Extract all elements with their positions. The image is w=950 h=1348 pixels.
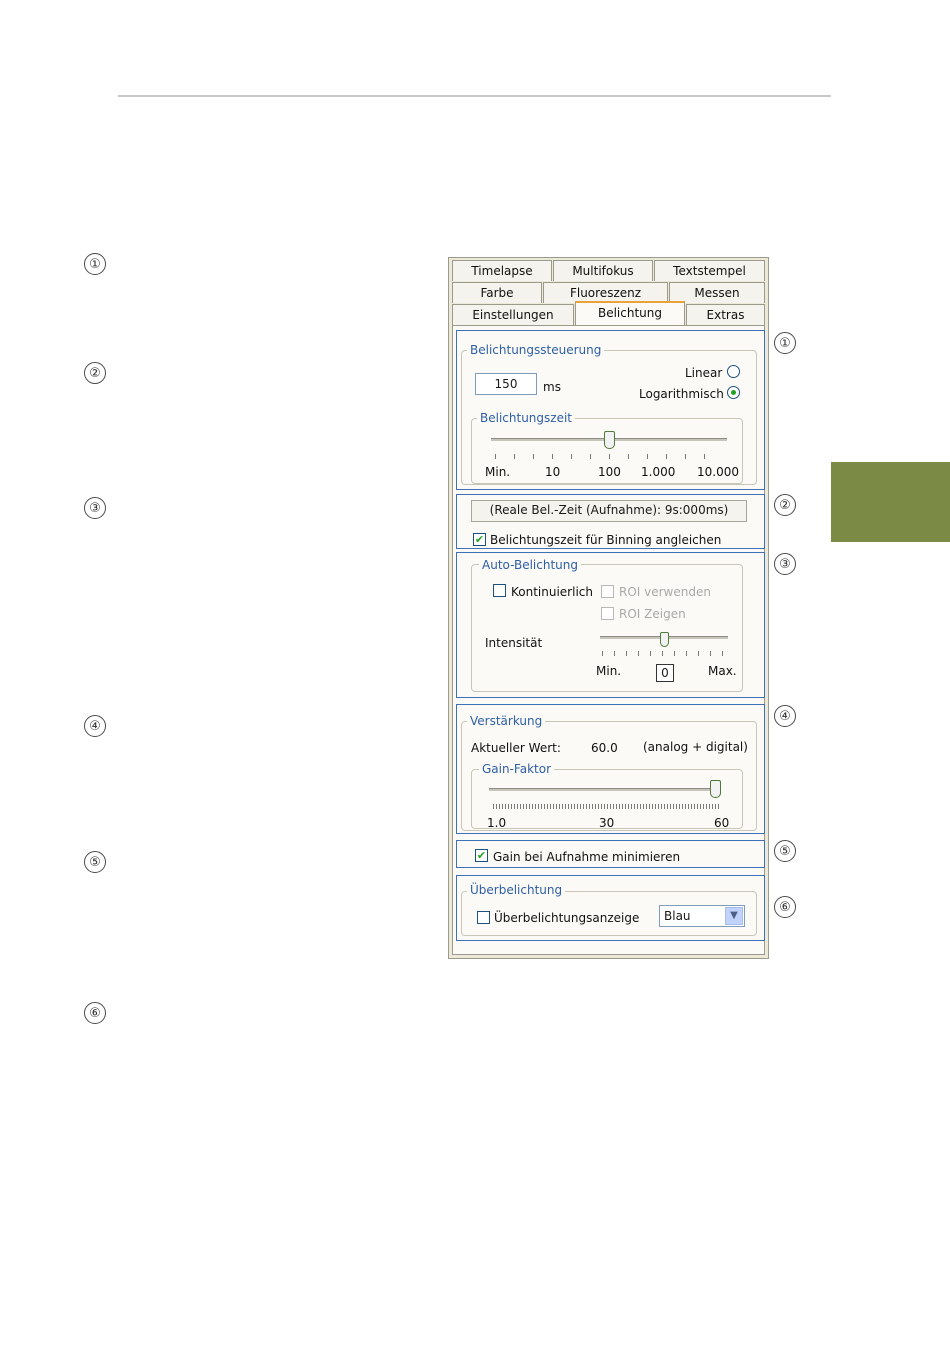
roi-show-checkbox[interactable]	[601, 607, 614, 620]
exposure-unit: ms	[543, 380, 561, 394]
gain-current-value: 60.0	[591, 741, 618, 755]
marker-3: ③	[84, 497, 106, 519]
tick-label-100: 100	[598, 465, 621, 479]
header-rule	[118, 95, 831, 97]
tick-label-10000: 10.000	[697, 465, 739, 479]
settings-panel: Timelapse Multifokus Textstempel Farbe F…	[448, 257, 769, 959]
auto-exposure-title: Auto-Belichtung	[479, 558, 582, 572]
marker-right-6: ⑥	[774, 896, 796, 918]
intensity-label: Intensität	[485, 636, 543, 650]
gain-minimize-checkbox[interactable]: ✔	[475, 849, 488, 862]
roi-show-label: ROI Zeigen	[619, 607, 686, 621]
intensity-value-box: 0	[656, 664, 674, 682]
binning-checkbox[interactable]: ✔	[473, 533, 486, 546]
gain-factor-slider-thumb[interactable]	[710, 780, 721, 798]
gain-current-label: Aktueller Wert:	[471, 741, 561, 755]
exposure-control-title: Belichtungssteuerung	[467, 343, 605, 357]
marker-right-5: ⑤	[774, 840, 796, 862]
chapter-tab	[831, 462, 950, 542]
tab-timelapse[interactable]: Timelapse	[452, 260, 552, 281]
exposure-time-title: Belichtungszeit	[477, 411, 575, 425]
mode-linear-label: Linear	[685, 366, 723, 380]
overexposure-label: Überbelichtungsanzeige	[494, 911, 640, 925]
marker-right-4: ④	[774, 705, 796, 727]
real-exposure-readout: (Reale Bel.-Zeit (Aufnahme): 9s:000ms)	[471, 500, 747, 522]
chevron-down-icon[interactable]: ▼	[725, 907, 743, 925]
tab-extras[interactable]: Extras	[686, 304, 765, 325]
exposure-time-slider-thumb[interactable]	[603, 431, 615, 449]
overexposure-color-select[interactable]: Blau ▼	[659, 905, 745, 927]
exposure-value-input[interactable]: 150	[475, 373, 537, 395]
radio-selected-dot	[731, 390, 736, 395]
marker-5: ⑤	[84, 851, 106, 873]
marker-2: ②	[84, 362, 106, 384]
tab-fluoreszenz[interactable]: Fluoreszenz	[543, 282, 668, 303]
overexposure-checkbox[interactable]	[477, 911, 490, 924]
check-icon: ✔	[476, 849, 487, 862]
tab-multifokus[interactable]: Multifokus	[553, 260, 653, 281]
marker-6: ⑥	[84, 1002, 106, 1024]
marker-right-3: ③	[774, 553, 796, 575]
continuous-label: Kontinuierlich	[511, 585, 593, 599]
gain-factor-title: Gain-Faktor	[479, 762, 555, 776]
check-icon: ✔	[474, 533, 485, 546]
intensity-max-label: Max.	[708, 664, 737, 678]
tick-label-1000: 1.000	[641, 465, 676, 479]
tab-farbe[interactable]: Farbe	[452, 282, 542, 303]
gain-mode: (analog + digital)	[643, 740, 748, 754]
tab-messen[interactable]: Messen	[669, 282, 765, 303]
marker-4: ④	[84, 715, 106, 737]
tab-belichtung[interactable]: Belichtung	[575, 301, 685, 325]
exposure-time-ticks	[495, 454, 723, 459]
mode-linear-radio[interactable]	[727, 365, 740, 378]
gain-tick-max: 60	[714, 816, 730, 830]
overexposure-title: Überbelichtung	[467, 883, 566, 897]
marker-right-1: ①	[774, 332, 796, 354]
roi-use-checkbox[interactable]	[601, 585, 614, 598]
gain-factor-track	[489, 788, 721, 791]
intensity-ticks	[602, 651, 726, 656]
intensity-slider-thumb[interactable]	[659, 632, 669, 647]
marker-right-2: ②	[774, 494, 796, 516]
gain-tick-min: 1.0	[487, 816, 507, 830]
gain-tick-mid: 30	[599, 816, 615, 830]
tab-einstellungen[interactable]: Einstellungen	[452, 304, 574, 325]
continuous-checkbox[interactable]	[493, 584, 506, 597]
tick-label-10: 10	[545, 465, 561, 479]
intensity-min-label: Min.	[596, 664, 622, 678]
tick-label-min: Min.	[485, 465, 511, 479]
marker-1: ①	[84, 253, 106, 275]
mode-log-radio[interactable]	[727, 386, 740, 399]
binning-label: Belichtungszeit für Binning angleichen	[490, 533, 722, 547]
tab-textstempel[interactable]: Textstempel	[654, 260, 765, 281]
overexposure-color-value: Blau	[664, 909, 691, 923]
mode-log-label: Logarithmisch	[639, 387, 724, 401]
gain-minimize-label: Gain bei Aufnahme minimieren	[493, 850, 681, 864]
gain-factor-ticks	[493, 804, 719, 809]
gain-title: Verstärkung	[467, 714, 546, 728]
roi-use-label: ROI verwenden	[619, 585, 711, 599]
